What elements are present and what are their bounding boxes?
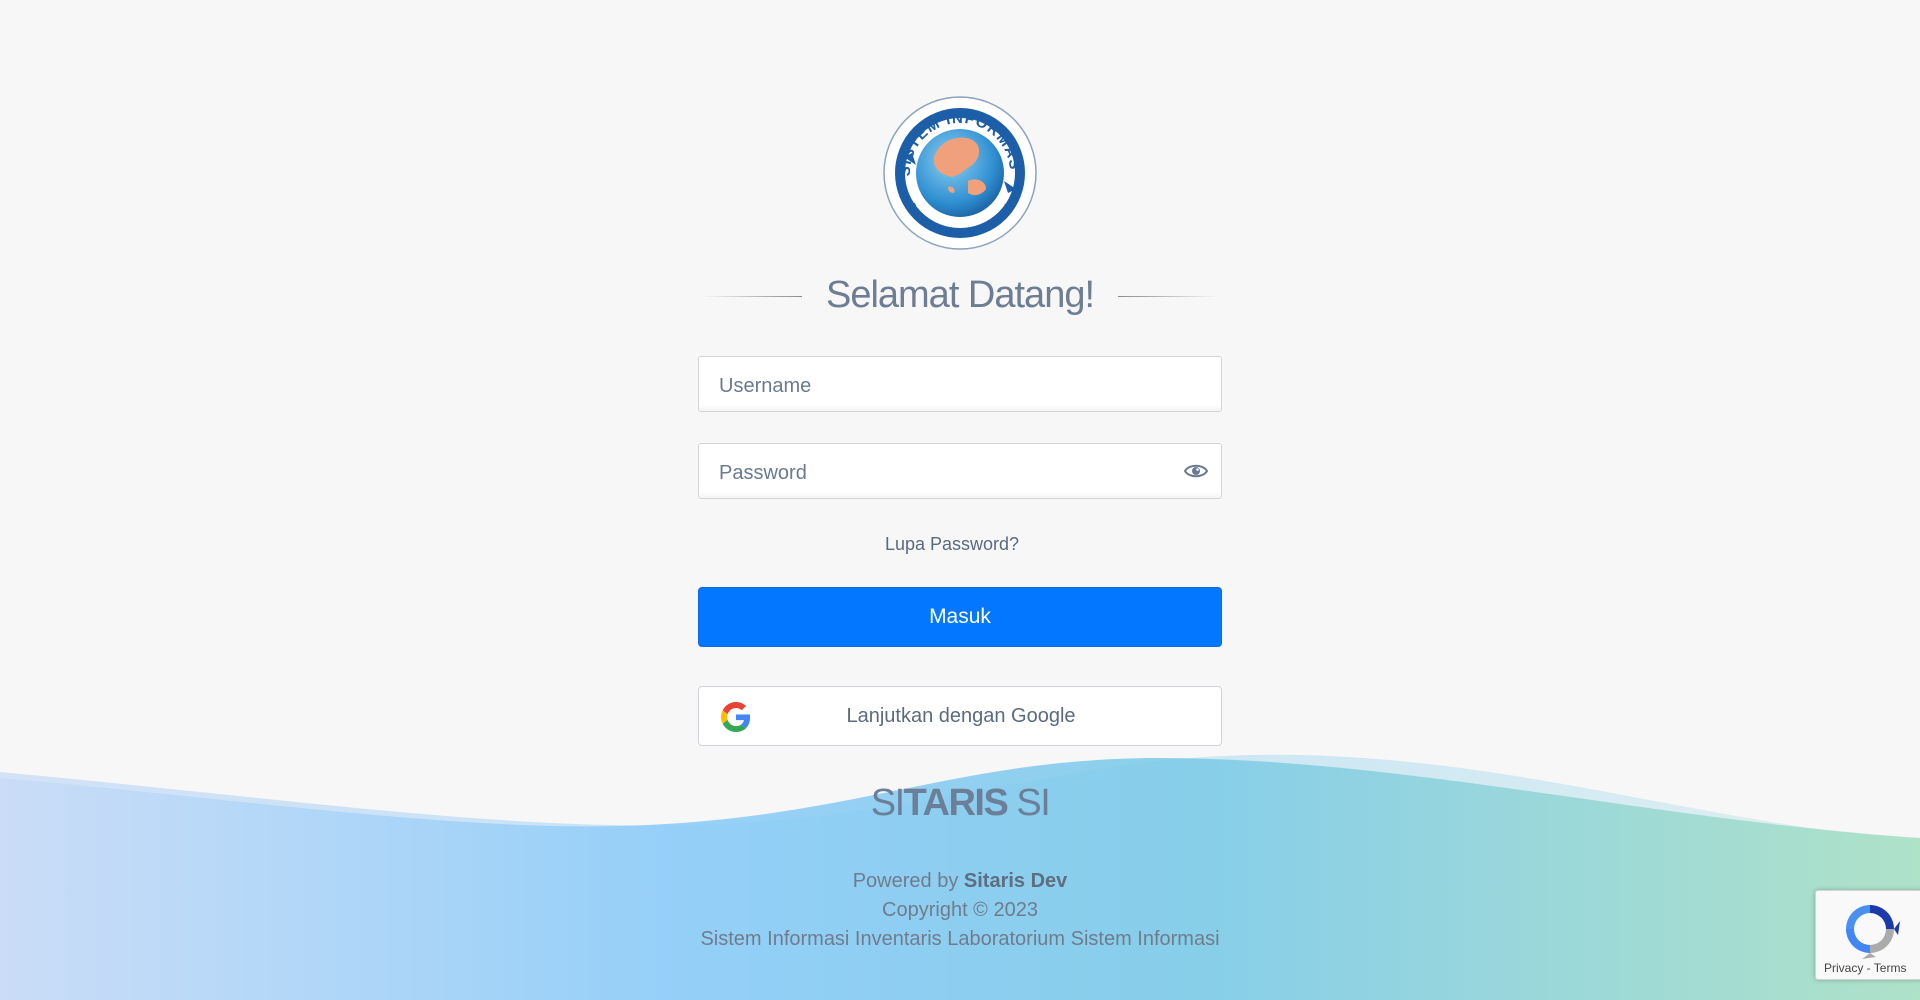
brand-prefix: SI bbox=[870, 782, 905, 824]
recaptcha-icon bbox=[1846, 905, 1900, 959]
recaptcha-privacy-link[interactable]: Privacy bbox=[1824, 961, 1863, 975]
google-signin-button[interactable]: Lanjutkan dengan Google bbox=[698, 686, 1222, 746]
recaptcha-links: Privacy - Terms bbox=[1824, 961, 1906, 975]
brand-main: TARIS bbox=[903, 782, 1009, 824]
eye-icon[interactable] bbox=[1183, 460, 1209, 482]
app-brand: SITARIS SI bbox=[698, 782, 1222, 825]
google-button-label: Lanjutkan dengan Google bbox=[846, 705, 1076, 727]
footer: Powered by Sitaris Dev Copyright © 2023 … bbox=[698, 867, 1222, 954]
divider-line bbox=[1118, 296, 1218, 297]
powered-prefix: Powered by bbox=[852, 870, 964, 892]
username-input[interactable] bbox=[699, 357, 1221, 411]
powered-name: Sitaris Dev bbox=[963, 870, 1068, 892]
copyright-text: Copyright © 2023 bbox=[882, 899, 1038, 921]
welcome-heading: Selamat Datang! bbox=[698, 270, 1222, 320]
login-button[interactable]: Masuk bbox=[698, 587, 1222, 647]
password-field bbox=[698, 443, 1222, 499]
university-logo: SISTEM INFORMASI -FST- UIN SUSQA PEKANBA… bbox=[882, 95, 1037, 250]
password-input[interactable] bbox=[699, 444, 1221, 498]
powered-by: Powered by Sitaris Dev bbox=[698, 867, 1222, 896]
username-field bbox=[698, 356, 1222, 412]
recaptcha-terms-link[interactable]: Terms bbox=[1874, 961, 1907, 975]
app-full-name: Sistem Informasi Inventaris Laboratorium… bbox=[700, 928, 1220, 950]
brand-suffix: SI bbox=[1007, 782, 1050, 824]
recaptcha-badge[interactable]: Privacy - Terms bbox=[1815, 890, 1920, 980]
recaptcha-separator: - bbox=[1863, 961, 1874, 975]
forgot-password-link[interactable]: Lupa Password? bbox=[698, 534, 1206, 555]
